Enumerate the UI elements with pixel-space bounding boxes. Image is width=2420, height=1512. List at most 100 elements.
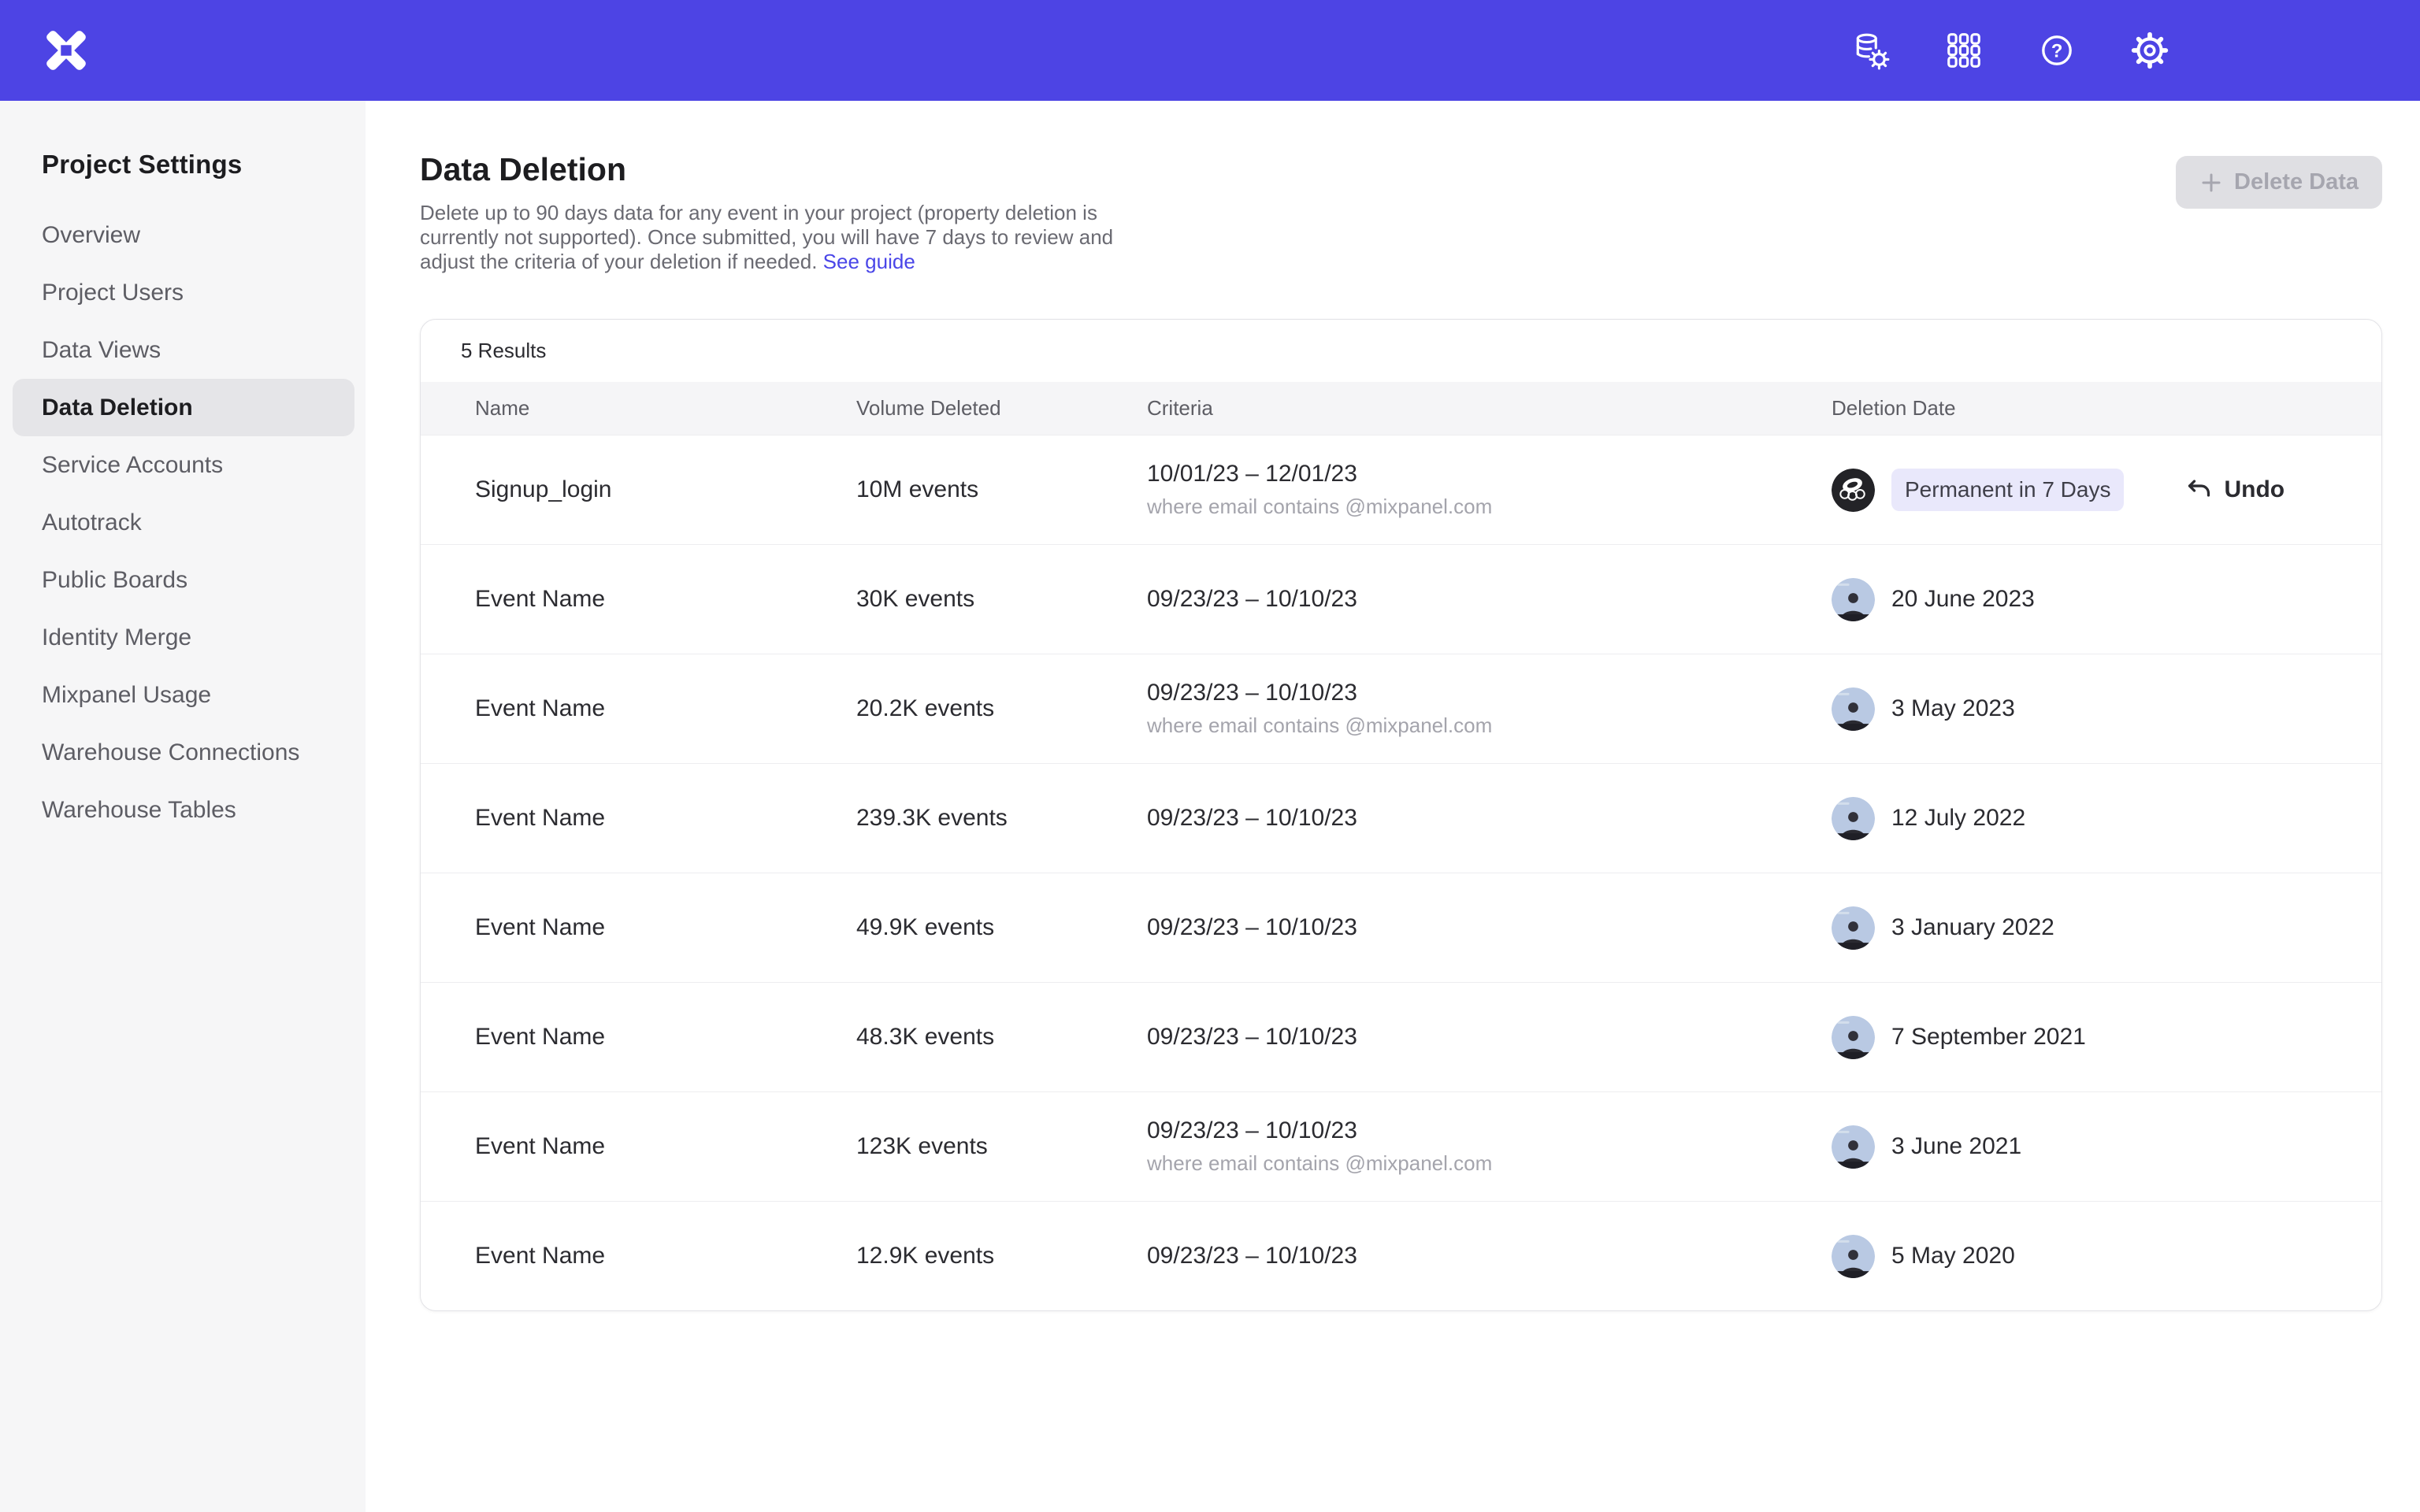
row-name: Event Name <box>475 1133 856 1160</box>
row-deletion-date: 3 June 2021 <box>1832 1125 2381 1169</box>
deletion-date-text: 5 May 2020 <box>1891 1243 2015 1269</box>
page-description: Delete up to 90 days data for any event … <box>420 201 1121 274</box>
row-volume: 12.9K events <box>856 1243 1147 1269</box>
column-header-volume-deleted: Volume Deleted <box>856 396 1147 421</box>
deletion-date-text: 3 June 2021 <box>1891 1133 2021 1160</box>
row-volume: 239.3K events <box>856 805 1147 832</box>
avatar <box>1832 1016 1875 1059</box>
page-title: Data Deletion <box>420 151 1121 188</box>
table-row: Event Name 123K events 09/23/23 – 10/10/… <box>421 1091 2381 1201</box>
table-row: Event Name 48.3K events 09/23/23 – 10/10… <box>421 982 2381 1091</box>
criteria-range: 09/23/23 – 10/10/23 <box>1147 586 1832 613</box>
avatar <box>1832 1235 1875 1278</box>
undo-label: Undo <box>2224 476 2285 503</box>
row-name: Event Name <box>475 586 856 613</box>
sidebar-item-identity-merge[interactable]: Identity Merge <box>0 609 366 666</box>
table-row: Event Name 239.3K events 09/23/23 – 10/1… <box>421 763 2381 873</box>
table-row: Event Name 30K events 09/23/23 – 10/10/2… <box>421 544 2381 654</box>
row-name: Signup_login <box>475 476 856 503</box>
undo-button[interactable]: Undo <box>2184 476 2285 505</box>
avatar <box>1832 1125 1875 1169</box>
column-header-name: Name <box>475 396 856 421</box>
avatar <box>1832 906 1875 950</box>
criteria-range: 09/23/23 – 10/10/23 <box>1147 805 1832 832</box>
row-deletion-date: 3 January 2022 <box>1832 906 2381 950</box>
deletion-date-text: 20 June 2023 <box>1891 586 2035 613</box>
row-volume: 10M events <box>856 476 1147 503</box>
row-criteria: 10/01/23 – 12/01/23 where email contains… <box>1147 461 1832 519</box>
avatar <box>1832 469 1875 512</box>
sidebar-nav: Overview Project Users Data Views Data D… <box>0 206 366 839</box>
row-name: Event Name <box>475 914 856 941</box>
sidebar-item-service-accounts[interactable]: Service Accounts <box>0 436 366 494</box>
sidebar-item-data-views[interactable]: Data Views <box>0 321 366 379</box>
row-criteria: 09/23/23 – 10/10/23 where email contains… <box>1147 1117 1832 1176</box>
criteria-range: 09/23/23 – 10/10/23 <box>1147 1117 1832 1144</box>
status-badge: Permanent in 7 Days <box>1891 469 2124 511</box>
sidebar: Project Settings Overview Project Users … <box>0 101 366 1512</box>
row-volume: 123K events <box>856 1133 1147 1160</box>
mixpanel-logo[interactable] <box>40 24 92 76</box>
page-header: Data Deletion Delete up to 90 days data … <box>420 151 2382 274</box>
avatar <box>1832 687 1875 731</box>
row-name: Event Name <box>475 1024 856 1051</box>
see-guide-link[interactable]: See guide <box>823 250 915 273</box>
deletion-date-text: 3 January 2022 <box>1891 914 2054 941</box>
page-header-text: Data Deletion Delete up to 90 days data … <box>420 151 1121 274</box>
sidebar-item-mixpanel-usage[interactable]: Mixpanel Usage <box>0 666 366 724</box>
settings-icon[interactable] <box>2129 30 2170 71</box>
row-criteria: 09/23/23 – 10/10/23 <box>1147 805 1832 832</box>
topbar: ? <box>0 0 2420 101</box>
sidebar-item-public-boards[interactable]: Public Boards <box>0 551 366 609</box>
criteria-where-clause: where email contains @mixpanel.com <box>1147 713 1832 738</box>
criteria-range: 09/23/23 – 10/10/23 <box>1147 914 1832 941</box>
criteria-where-clause: where email contains @mixpanel.com <box>1147 1151 1832 1176</box>
delete-data-button[interactable]: Delete Data <box>2176 156 2382 209</box>
row-name: Event Name <box>475 695 856 722</box>
deletion-table-card: 5 Results Name Volume Deleted Criteria D… <box>420 319 2382 1311</box>
criteria-where-clause: where email contains @mixpanel.com <box>1147 495 1832 519</box>
row-deletion-date: 12 July 2022 <box>1832 797 2381 840</box>
avatar <box>1832 578 1875 621</box>
undo-icon <box>2184 476 2214 505</box>
table-row: Event Name 20.2K events 09/23/23 – 10/10… <box>421 654 2381 763</box>
page-description-text: Delete up to 90 days data for any event … <box>420 201 1113 273</box>
row-volume: 20.2K events <box>856 695 1147 722</box>
help-glyph: ? <box>2051 40 2063 61</box>
deletion-date-text: 12 July 2022 <box>1891 805 2025 832</box>
row-criteria: 09/23/23 – 10/10/23 <box>1147 1024 1832 1051</box>
row-volume: 30K events <box>856 586 1147 613</box>
criteria-range: 09/23/23 – 10/10/23 <box>1147 680 1832 706</box>
row-deletion-date: 20 June 2023 <box>1832 578 2381 621</box>
table-header-row: Name Volume Deleted Criteria Deletion Da… <box>421 382 2381 435</box>
results-count: 5 Results <box>421 320 2381 382</box>
column-header-deletion-date: Deletion Date <box>1832 396 2381 421</box>
sidebar-item-autotrack[interactable]: Autotrack <box>0 494 366 551</box>
topbar-icons: ? <box>1850 30 2170 71</box>
sidebar-title: Project Settings <box>42 150 366 180</box>
sidebar-item-project-users[interactable]: Project Users <box>0 264 366 321</box>
help-icon[interactable]: ? <box>2036 30 2077 71</box>
criteria-range: 10/01/23 – 12/01/23 <box>1147 461 1832 487</box>
apps-grid-icon[interactable] <box>1943 30 1984 71</box>
data-settings-icon[interactable] <box>1850 30 1891 71</box>
avatar <box>1832 797 1875 840</box>
sidebar-item-overview[interactable]: Overview <box>0 206 366 264</box>
sidebar-item-warehouse-connections[interactable]: Warehouse Connections <box>0 724 366 781</box>
table-row: Event Name 49.9K events 09/23/23 – 10/10… <box>421 873 2381 982</box>
delete-data-label: Delete Data <box>2234 169 2359 195</box>
criteria-range: 09/23/23 – 10/10/23 <box>1147 1243 1832 1269</box>
plus-icon <box>2199 171 2223 195</box>
table-row: Event Name 12.9K events 09/23/23 – 10/10… <box>421 1201 2381 1310</box>
sidebar-item-warehouse-tables[interactable]: Warehouse Tables <box>0 781 366 839</box>
row-deletion-date: 3 May 2023 <box>1832 687 2381 731</box>
row-deletion-date: 7 September 2021 <box>1832 1016 2381 1059</box>
row-criteria: 09/23/23 – 10/10/23 where email contains… <box>1147 680 1832 738</box>
criteria-range: 09/23/23 – 10/10/23 <box>1147 1024 1832 1051</box>
deletion-date-text: 7 September 2021 <box>1891 1024 2086 1051</box>
row-criteria: 09/23/23 – 10/10/23 <box>1147 914 1832 941</box>
column-header-criteria: Criteria <box>1147 396 1832 421</box>
row-volume: 49.9K events <box>856 914 1147 941</box>
deletion-date-text: 3 May 2023 <box>1891 695 2015 722</box>
sidebar-item-data-deletion[interactable]: Data Deletion <box>13 379 354 436</box>
